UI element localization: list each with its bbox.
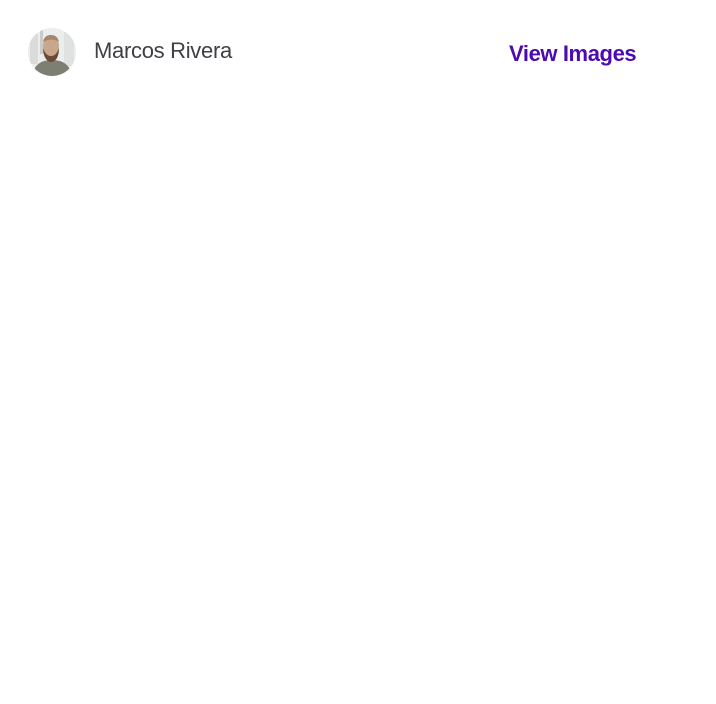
avatar-photo-icon — [28, 28, 76, 76]
view-images-link[interactable]: View Images — [509, 39, 637, 69]
avatar[interactable] — [28, 28, 76, 76]
author-name[interactable]: Marcos Rivera — [94, 36, 232, 66]
author-header: Marcos Rivera View Images — [0, 0, 716, 100]
